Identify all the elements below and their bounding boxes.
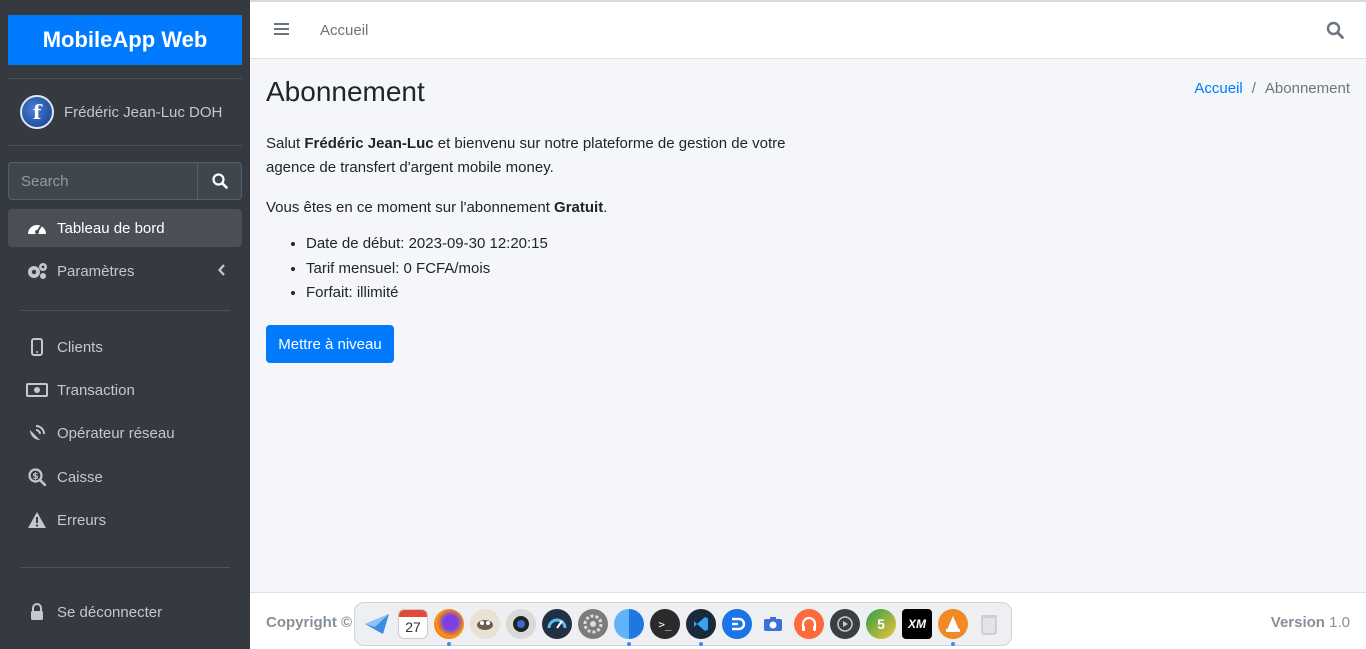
hamburger-menu-icon[interactable] [274,22,289,41]
user-panel[interactable]: f Frédéric Jean-Luc DOH [20,95,222,129]
calendar-icon[interactable]: 27 [398,609,428,639]
running-indicator [951,642,955,646]
plan-suffix: . [603,199,608,216]
speedometer-icon[interactable] [542,609,572,639]
sidebar-item-operator[interactable]: Opérateur réseau [8,414,242,452]
firefox-icon[interactable] [434,609,464,639]
camera-lens-icon[interactable] [506,609,536,639]
upgrade-button[interactable]: Mettre à niveau [266,325,394,363]
app-dock: 27 >_ 5 XM [354,602,1012,646]
money-bill-icon [26,379,48,401]
greeting-name: Frédéric Jean-Luc [304,135,434,152]
search-icon[interactable] [1326,21,1344,44]
search-icon [211,173,228,189]
sidebar-item-label: Tableau de bord [57,219,165,237]
sidebar-item-errors[interactable]: Erreurs [8,501,242,539]
screenshot-icon[interactable] [758,609,788,639]
xm-icon[interactable]: XM [902,609,932,639]
trash-icon[interactable] [974,609,1004,639]
settings-icon[interactable] [578,609,608,639]
sidebar-item-label: Se déconnecter [57,603,163,621]
greeting-prefix: Salut [266,135,305,152]
divider [20,310,230,311]
sidebar-item-transaction[interactable]: Transaction [8,371,242,409]
breadcrumb-current: Abonnement [1264,80,1350,97]
version-value: 1.0 [1329,614,1350,631]
sidebar-search [8,162,242,200]
svg-text:$: $ [32,472,38,482]
headphones-icon[interactable] [794,609,824,639]
plan-text: Vous êtes en ce moment sur l'abonnement … [266,196,806,220]
divider [8,78,242,79]
divider [8,145,242,146]
sidebar-item-clients[interactable]: Clients [8,328,242,366]
list-item: Tarif mensuel: 0 FCFA/mois [306,257,806,282]
sidebar-item-cashbox[interactable]: $ Caisse [8,458,242,496]
search-button[interactable] [197,162,242,200]
top-navbar: Accueil [250,0,1366,59]
sidebar-item-label: Caisse [57,468,103,486]
mail-icon[interactable] [362,609,392,639]
search-input[interactable] [8,162,197,200]
page-title: Abonnement [266,76,425,107]
gears-icon [26,260,48,282]
sidebar-item-label: Opérateur réseau [57,424,175,442]
sidebar-item-dashboard[interactable]: Tableau de bord [8,209,242,247]
breadcrumb: Accueil / Abonnement [1194,80,1350,97]
greeting-text: Salut Frédéric Jean-Luc et bienvenu sur … [266,132,806,180]
plan-prefix: Vous êtes en ce moment sur l'abonnement [266,199,555,216]
breadcrumb-home-link[interactable]: Accueil [1194,80,1242,97]
running-indicator [627,642,631,646]
chevron-left-icon [218,264,225,276]
list-item: Forfait: illimité [306,281,806,306]
running-indicator [447,642,451,646]
copyright-text: Copyright © [266,614,353,631]
dashboard-gauge-icon [26,217,48,239]
subscription-content: Salut Frédéric Jean-Luc et bienvenu sur … [266,132,806,306]
metatrader-icon[interactable]: 5 [866,609,896,639]
mobile-phone-icon [26,336,48,358]
brand-logo[interactable]: MobileApp Web [8,15,242,65]
plan-details-list: Date de début: 2023-09-30 12:20:15 Tarif… [306,232,806,306]
gimp-icon[interactable] [470,609,500,639]
sidebar-item-label: Erreurs [57,511,107,529]
breadcrumb-separator: / [1251,80,1256,97]
user-name[interactable]: Frédéric Jean-Luc DOH [64,104,222,121]
top-nav-home-link[interactable]: Accueil [320,22,368,39]
sidebar-item-settings[interactable]: Paramètres [8,252,242,290]
avatar: f [20,95,54,129]
warning-triangle-icon [26,509,48,531]
media-player-icon[interactable] [830,609,860,639]
vscode-icon[interactable] [686,609,716,639]
vlc-icon[interactable] [938,609,968,639]
discord-icon[interactable] [722,609,752,639]
sidebar-item-label: Transaction [57,381,135,399]
calendar-day: 27 [405,619,421,635]
search-dollar-icon: $ [26,466,48,488]
lock-icon [26,601,48,623]
version-label: Version [1270,614,1325,631]
version-text: Version 1.0 [1271,614,1350,631]
list-item: Date de début: 2023-09-30 12:20:15 [306,232,806,257]
running-indicator [699,642,703,646]
sidebar-item-label: Clients [57,338,103,356]
sidebar-item-label: Paramètres [57,262,135,280]
plan-name: Gratuit [554,199,604,216]
sidebar-item-logout[interactable]: Se déconnecter [8,593,242,631]
terminal-icon[interactable]: >_ [650,609,680,639]
divider [20,567,230,568]
sidebar: MobileApp Web f Frédéric Jean-Luc DOH Ta… [0,0,250,649]
satellite-dish-icon [26,422,48,444]
finder-icon[interactable] [614,609,644,639]
